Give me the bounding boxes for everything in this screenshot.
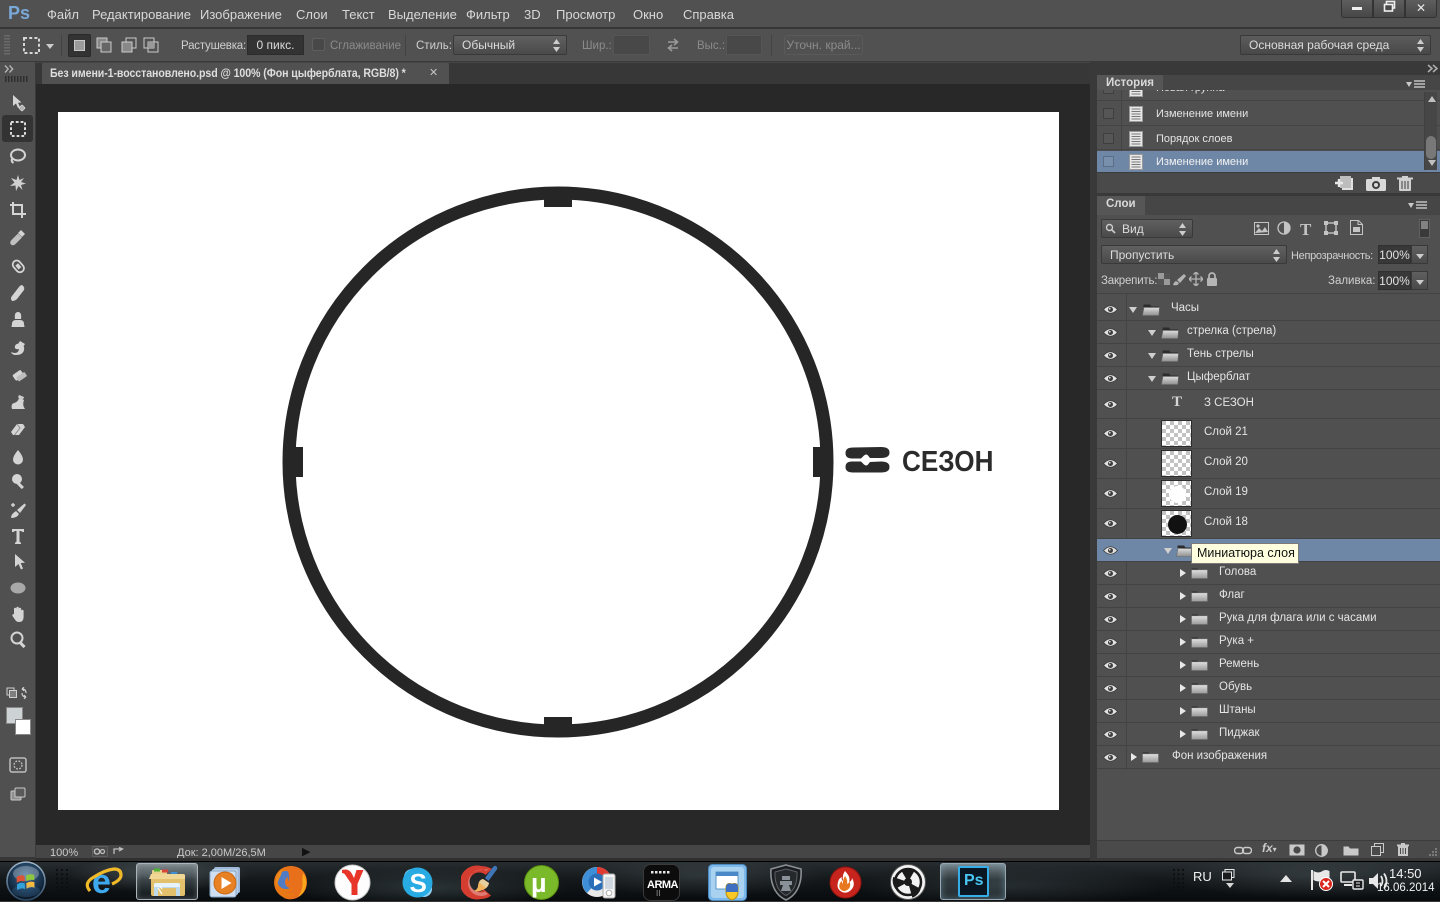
svg-text:II: II <box>656 889 660 898</box>
svg-text:µ: µ <box>531 868 547 898</box>
svg-text:ARMA: ARMA <box>647 879 679 891</box>
svg-text:S: S <box>410 868 427 898</box>
